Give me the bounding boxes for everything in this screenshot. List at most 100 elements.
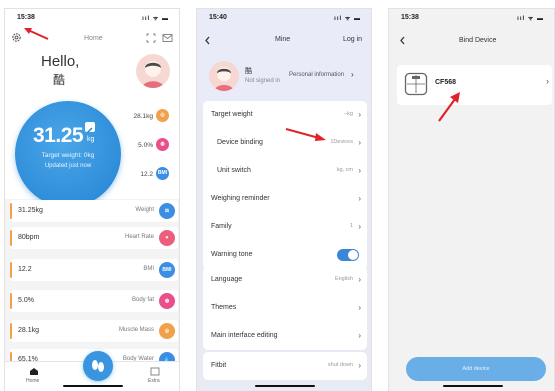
- chevron-right-icon: ›: [358, 138, 361, 147]
- status-time: 15:38: [17, 14, 35, 21]
- status-indicators: ııl ᯤ ▬: [334, 16, 361, 22]
- annotation-arrow-icon: [438, 92, 460, 122]
- row-label: Warning tone: [211, 251, 253, 258]
- updated-text: Updated just now: [44, 163, 92, 169]
- muscle-icon: ◎: [156, 109, 169, 122]
- metric-value: 31.25kg: [18, 207, 43, 214]
- row-label: Main interface editing: [211, 332, 278, 339]
- personal-info-link[interactable]: Personal information: [289, 72, 344, 78]
- chevron-right-icon: ›: [358, 275, 361, 284]
- status-bar: 15:38 ııl ᯤ ▬: [389, 9, 554, 25]
- target-weight-text: Target weight: 0kg: [41, 152, 95, 159]
- scale-device-icon: [404, 72, 428, 96]
- footprint-icon: [92, 360, 104, 372]
- device-name: CF568: [435, 79, 457, 86]
- annotation-arrow-icon: [285, 128, 326, 141]
- chevron-right-icon: ›: [358, 110, 361, 119]
- sign-in-status: Not signed in: [245, 78, 281, 84]
- status-indicators: ııl ᯤ ▬: [517, 16, 544, 22]
- chevron-right-icon: ›: [358, 331, 361, 340]
- home-tab-icon[interactable]: [29, 367, 39, 376]
- settings-group-3: Fitbit shut down ›: [203, 352, 367, 380]
- mini-stat-bmi-value: 12.2: [140, 171, 153, 178]
- username-text: 酷: [53, 73, 66, 87]
- row-unit-switch[interactable]: Unit switch kg, cm ›: [203, 157, 367, 185]
- weight-value: 31.25: [33, 124, 84, 147]
- user-avatar[interactable]: [136, 54, 170, 88]
- row-themes[interactable]: Themes ›: [203, 294, 367, 322]
- metric-value: 80bpm: [18, 234, 40, 241]
- card-accent: [10, 230, 12, 246]
- card-accent: [10, 262, 12, 278]
- metric-card-heart-rate[interactable]: 80bpm Heart Rate ♥: [10, 227, 178, 249]
- row-label: Family: [211, 223, 232, 230]
- login-link[interactable]: Log in: [343, 36, 362, 43]
- back-chevron-icon[interactable]: [399, 36, 406, 45]
- tab-extra-label[interactable]: Extra: [148, 378, 160, 384]
- back-chevron-icon[interactable]: [204, 36, 211, 45]
- tab-home-label[interactable]: Home: [26, 378, 39, 384]
- extra-tab-icon[interactable]: [150, 367, 160, 376]
- metric-name: Body fat: [131, 297, 154, 303]
- status-bar: 15:38 ııl ᯤ ▬: [5, 9, 179, 25]
- home-screen: 15:38 ııl ᯤ ▬ Home Hello, 酷 31.25 kg Tar…: [4, 8, 180, 391]
- home-indicator: [255, 385, 315, 387]
- user-avatar[interactable]: [209, 61, 239, 91]
- toggle-knob: [348, 250, 358, 260]
- edit-icon[interactable]: [85, 122, 95, 133]
- settings-group-2: Language English › Themes › Main interfa…: [203, 266, 367, 350]
- greeting-text: Hello,: [41, 53, 80, 70]
- mini-stat-muscle-value: 28.1kg: [133, 113, 153, 120]
- chevron-right-icon: ›: [546, 76, 549, 86]
- row-label: Fitbit: [211, 362, 227, 369]
- row-label: Unit switch: [217, 167, 251, 174]
- row-main-interface-editing[interactable]: Main interface editing ›: [203, 322, 367, 350]
- chevron-right-icon: ›: [358, 222, 361, 231]
- row-value: --kg: [343, 111, 353, 117]
- card-accent: [10, 323, 12, 339]
- message-icon[interactable]: [162, 33, 173, 43]
- avatar-icon: [142, 61, 164, 88]
- settings-gear-icon[interactable]: [11, 32, 22, 43]
- measure-button[interactable]: [83, 351, 113, 381]
- status-time: 15:40: [209, 14, 227, 21]
- metric-card-bmi[interactable]: 12.2 BMI BMI: [10, 259, 178, 281]
- card-accent: [10, 293, 12, 309]
- muscle-icon: ◎: [159, 323, 175, 339]
- chevron-right-icon: ›: [351, 70, 354, 79]
- weight-icon: ⚖: [159, 203, 175, 219]
- scan-icon[interactable]: [146, 33, 156, 43]
- page-title: Bind Device: [459, 37, 497, 44]
- heart-rate-icon: ♥: [159, 230, 175, 246]
- metric-name: Muscle Mass: [118, 327, 154, 333]
- body-fat-icon: ◍: [156, 138, 169, 151]
- chevron-right-icon: ›: [358, 194, 361, 203]
- metric-card-weight[interactable]: 31.25kg Weight ⚖: [10, 200, 178, 222]
- row-family[interactable]: Family 1 ›: [203, 213, 367, 241]
- row-label: Language: [211, 276, 243, 283]
- status-indicators: ııl ᯤ ▬: [142, 16, 169, 22]
- weight-unit: kg: [87, 136, 95, 143]
- mine-screen: 15:40 ııl ᯤ ▬ Mine Log in 酷 Not signed i…: [196, 8, 372, 391]
- chevron-right-icon: ›: [358, 303, 361, 312]
- bind-device-screen: 15:38 ııl ᯤ ▬ Bind Device CF568 › Add de…: [388, 8, 555, 391]
- warning-tone-toggle[interactable]: [337, 249, 359, 261]
- metric-name: BMI: [143, 266, 154, 272]
- add-device-button[interactable]: Add device: [406, 357, 546, 381]
- metric-card-muscle-mass[interactable]: 28.1kg Muscle Mass ◎: [10, 320, 178, 342]
- row-label: Device binding: [217, 139, 263, 146]
- row-fitbit[interactable]: Fitbit shut down ›: [203, 352, 367, 380]
- row-label: Themes: [211, 304, 237, 311]
- metric-card-body-fat[interactable]: 5.0% Body fat ◍: [10, 290, 178, 312]
- nav-title: Home: [84, 35, 103, 42]
- row-warning-tone: Warning tone: [203, 241, 367, 269]
- row-value: English: [334, 276, 353, 282]
- avatar-icon: [214, 67, 234, 91]
- bmi-icon: BMI: [159, 262, 175, 278]
- row-target-weight[interactable]: Target weight --kg ›: [203, 101, 367, 129]
- row-weighing-reminder[interactable]: Weighing reminder ›: [203, 185, 367, 213]
- chevron-right-icon: ›: [358, 361, 361, 370]
- metric-value: 5.0%: [18, 297, 34, 304]
- row-language[interactable]: Language English ›: [203, 266, 367, 294]
- home-indicator: [63, 385, 123, 387]
